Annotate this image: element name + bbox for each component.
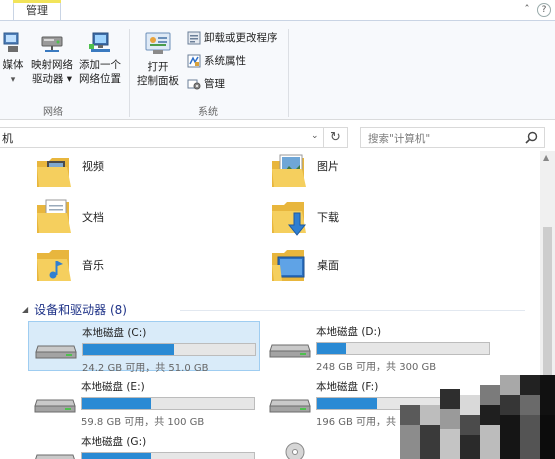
hard-drive-icon	[269, 399, 311, 413]
ribbon-divider	[129, 29, 130, 117]
hard-drive-icon	[35, 454, 75, 459]
drive-name: 本地磁盘 (F:)	[316, 381, 379, 393]
refresh-button[interactable]: ↻	[324, 127, 348, 148]
open-cp-label-1: 打开	[147, 61, 169, 73]
drive-usage-fill	[82, 453, 151, 459]
drive-name: 本地磁盘 (G:)	[81, 436, 147, 448]
drive-name: 本地磁盘 (C:)	[82, 327, 147, 339]
folder-label: 文档	[82, 211, 104, 224]
drive-usage-fill	[317, 343, 347, 354]
dvd-drive-icon	[285, 442, 305, 459]
add-network-location-button[interactable]: 添加一个 网络位置	[76, 31, 124, 86]
folder-label: 视频	[82, 160, 104, 173]
control-panel-icon	[145, 32, 171, 54]
tab-manage[interactable]: 管理	[13, 0, 61, 21]
folder-label: 图片	[317, 160, 339, 173]
desktop-folder-icon	[272, 250, 305, 281]
drive-usage-fill	[317, 398, 378, 409]
refresh-icon: ↻	[330, 130, 341, 145]
drive-usage-bar	[81, 452, 255, 459]
hard-drive-icon	[35, 345, 77, 359]
map-drive-label-2: 驱动器 ▾	[31, 73, 73, 85]
media-server-icon	[3, 32, 19, 52]
folder-label: 桌面	[317, 259, 339, 272]
collapse-chevron-icon[interactable]: ◢	[22, 305, 28, 314]
drive-usage-bar	[82, 343, 256, 356]
folder-item-videos[interactable]: 视频	[35, 153, 215, 203]
ribbon-collapse-button[interactable]: ˆ	[519, 2, 535, 18]
media-button-label: 媒体	[2, 59, 24, 71]
manage-button[interactable]: 管理	[187, 75, 225, 93]
address-dropdown-icon[interactable]: ⌄	[311, 131, 319, 141]
system-group-label: 系统	[198, 107, 218, 118]
section-divider	[180, 310, 525, 311]
network-group-label: 网络	[43, 107, 63, 118]
folder-label: 下载	[317, 211, 339, 224]
pixelation-overlay	[400, 375, 555, 459]
drive-usage-fill	[83, 344, 175, 355]
video-folder-icon	[37, 158, 71, 187]
downloads-folder-icon	[272, 202, 307, 236]
network-drive-icon	[41, 36, 63, 52]
open-control-panel-button[interactable]: 打开 控制面板	[134, 31, 182, 88]
music-folder-icon	[37, 250, 71, 281]
uninstall-program-button[interactable]: 卸载或更改程序	[187, 29, 278, 47]
uninstall-label: 卸载或更改程序	[204, 32, 278, 44]
ribbon-divider	[288, 29, 289, 117]
map-drive-label-1: 映射网络	[31, 59, 73, 71]
manage-icon	[187, 79, 201, 90]
search-input[interactable]: 搜索"计算机"	[360, 127, 545, 148]
address-path: 机	[2, 132, 13, 145]
drive-name: 本地磁盘 (E:)	[81, 381, 145, 393]
folder-item-documents[interactable]: 文档	[35, 197, 215, 247]
address-bar-row: 机 ⌄ ↻ 搜索"计算机"	[0, 125, 555, 151]
add-location-label-1: 添加一个	[79, 59, 121, 71]
manage-label: 管理	[204, 78, 225, 90]
system-properties-label: 系统属性	[204, 55, 246, 67]
add-location-label-2: 网络位置	[79, 73, 121, 85]
folder-label: 音乐	[82, 259, 104, 272]
pictures-folder-icon	[272, 154, 306, 187]
drive-item-c[interactable]: 本地磁盘 (C:) 24.2 GB 可用，共 51.0 GB	[28, 321, 260, 374]
system-properties-icon	[187, 54, 201, 68]
address-bar[interactable]: 机 ⌄	[0, 127, 324, 148]
hard-drive-icon	[269, 344, 311, 358]
drive-item-d[interactable]: 本地磁盘 (D:) 248 GB 可用，共 300 GB	[263, 321, 495, 373]
search-icon[interactable]	[525, 131, 538, 144]
media-button[interactable]: 媒体 ▾	[0, 31, 30, 87]
programs-icon	[187, 31, 201, 45]
drive-free-space: 59.8 GB 可用，共 100 GB	[81, 417, 205, 428]
folder-item-desktop[interactable]: 桌面	[270, 245, 450, 295]
folder-item-pictures[interactable]: 图片	[270, 153, 450, 203]
drive-usage-bar	[81, 397, 255, 410]
drive-item-g[interactable]: 本地磁盘 (G:)	[28, 431, 260, 459]
network-location-icon	[89, 32, 110, 52]
drive-name: 本地磁盘 (D:)	[316, 326, 382, 338]
folder-item-downloads[interactable]: 下载	[270, 197, 450, 247]
devices-section-header[interactable]: ◢ 设备和驱动器 (8)	[22, 301, 127, 318]
search-placeholder: 搜索"计算机"	[368, 133, 431, 145]
hard-drive-icon	[34, 399, 76, 413]
media-dropdown-arrow: ▾	[10, 75, 16, 85]
scroll-up-arrow-icon[interactable]: ▲	[543, 153, 549, 162]
drive-usage-bar	[316, 342, 490, 355]
map-network-drive-button[interactable]: 映射网络 驱动器 ▾	[29, 31, 75, 86]
open-cp-label-2: 控制面板	[137, 75, 179, 87]
help-button[interactable]: ?	[537, 3, 551, 17]
ribbon: 媒体 ▾ 映射网络 驱动器 ▾ 添加一个 网络位置 网络 打开 控制面板 卸载或…	[0, 20, 555, 120]
folder-item-music[interactable]: 音乐	[35, 245, 215, 295]
drive-free-space: 24.2 GB 可用，共 51.0 GB	[82, 363, 209, 374]
drive-free-space: 248 GB 可用，共 300 GB	[316, 362, 437, 373]
drive-item-e[interactable]: 本地磁盘 (E:) 59.8 GB 可用，共 100 GB	[28, 376, 260, 428]
devices-header-label: 设备和驱动器 (8)	[34, 303, 127, 317]
drive-usage-fill	[82, 398, 151, 409]
system-properties-button[interactable]: 系统属性	[187, 52, 246, 70]
ribbon-tab-bar: 管理 ˆ ?	[0, 0, 555, 21]
documents-folder-icon	[37, 199, 71, 233]
